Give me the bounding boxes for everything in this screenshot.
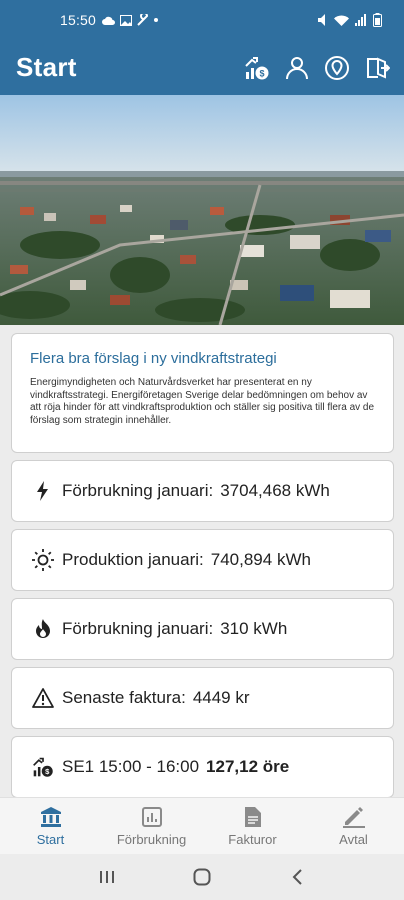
card-value: 740,894 kWh [210,550,311,569]
back-button[interactable] [282,862,312,892]
production-card[interactable]: Produktion januari: 740,894 kWh [11,529,394,591]
home-icon [193,868,211,886]
cloud-icon [102,16,116,25]
card-label: SE1 15:00 - 16:00 [62,757,200,776]
bank-icon [39,806,63,828]
home-button[interactable] [187,862,217,892]
card-value: 3704,468 kWh [220,481,330,500]
status-right [318,13,382,27]
card-label: Förbrukning januari: [62,619,214,638]
svg-text:$: $ [259,68,264,78]
hero-image [0,95,404,325]
card-value: 4449 kr [192,688,250,707]
battery-icon [373,13,382,27]
heating-card[interactable]: Förbrukning januari: 310 kWh [11,598,394,660]
document-icon [241,806,265,828]
card-label: Senaste faktura: [62,688,186,707]
status-bar: 15:50 [0,0,404,40]
status-left-icons [102,14,159,26]
news-title: Flera bra förslag i ny vindkraftstrategi [30,350,277,367]
nav-invoices[interactable]: Fakturor [202,798,303,854]
pencil-icon [342,806,366,828]
app-actions: $ [244,55,390,81]
location-button[interactable] [324,55,350,81]
card-label: Produktion januari: [62,550,204,569]
card-value: 310 kWh [220,619,288,638]
image-icon [120,14,133,26]
user-icon [286,56,308,79]
recent-apps-button[interactable] [92,862,122,892]
profile-button[interactable] [284,55,310,81]
bottom-nav: Start Förbrukning Fakturor Avtal [0,797,404,854]
status-time: 15:50 [60,12,97,28]
status-left: 15:50 [60,12,159,28]
logout-icon [367,56,390,79]
nav-label: Fakturor [228,831,277,847]
signal-icon [355,14,366,26]
wifi-icon [334,15,349,26]
content: Flera bra förslag i ny vindkraftstrategi… [0,325,404,797]
news-body: Energimyndigheten och Naturvårdsverket h… [30,377,375,426]
mute-icon [318,14,325,26]
nav-consumption[interactable]: Förbrukning [101,798,202,854]
app-bar: Start $ [0,40,404,95]
back-icon [292,869,302,885]
card-value: 127,12 öre [206,757,290,776]
price-chart-button[interactable]: $ [244,55,270,81]
nav-start[interactable]: Start [0,798,101,854]
location-icon [325,55,349,80]
price-card[interactable]: $ SE1 15:00 - 16:00 127,12 öre [11,736,394,797]
nav-label: Förbrukning [116,831,187,847]
lightning-icon [32,480,54,502]
price-chart-icon: $ [245,56,269,79]
price-chart-icon: $ [32,756,54,778]
logout-button[interactable] [364,55,390,81]
wrench-icon [137,14,149,26]
warning-icon [32,687,54,709]
recent-apps-icon [100,871,115,883]
card-label: Förbrukning januari: [62,481,214,500]
system-nav-bar [0,854,404,900]
nav-contract[interactable]: Avtal [303,798,404,854]
invoice-card[interactable]: Senaste faktura: 4449 kr [11,667,394,729]
sun-icon [32,549,54,571]
nav-label: Avtal [339,831,368,847]
consumption-card[interactable]: Förbrukning januari: 3704,468 kWh [11,460,394,522]
chart-icon [140,806,164,828]
flame-icon [32,618,54,640]
news-card[interactable]: Flera bra förslag i ny vindkraftstrategi… [11,333,394,453]
dot-icon [154,18,159,22]
nav-label: Start [36,831,65,847]
page-title: Start [16,52,77,82]
